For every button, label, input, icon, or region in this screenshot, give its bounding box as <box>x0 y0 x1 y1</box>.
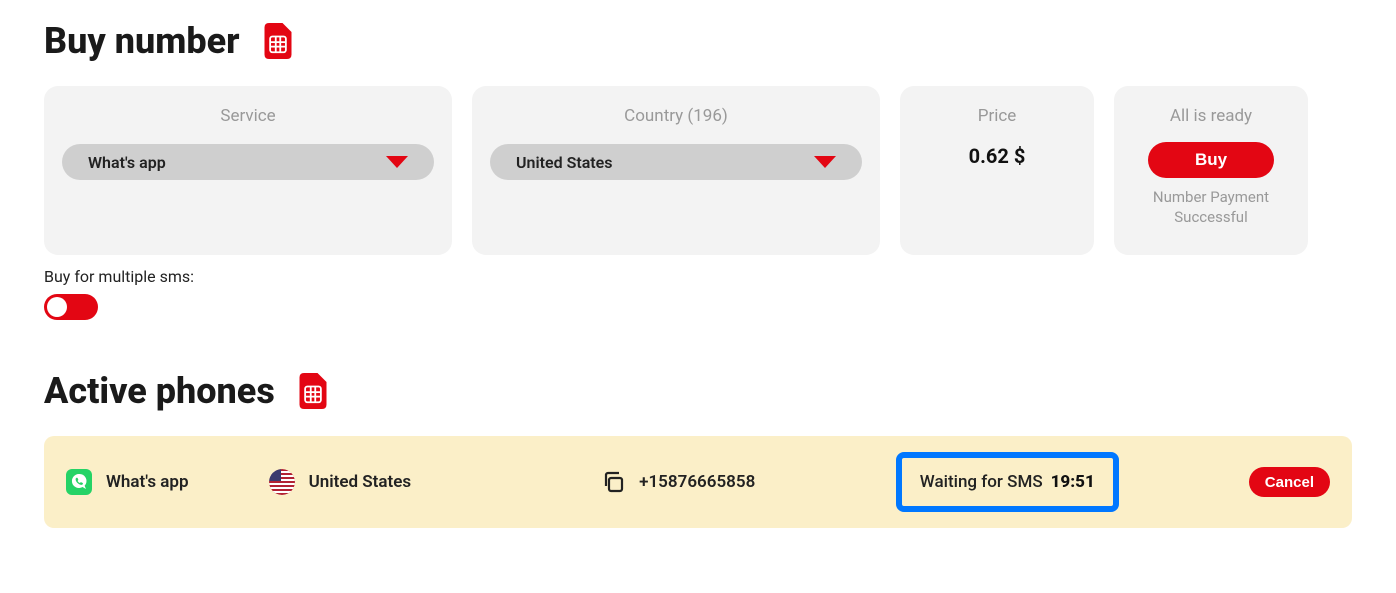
page-title: Buy number <box>44 20 240 62</box>
service-card: Service What's app <box>44 86 452 255</box>
price-card: Price 0.62 $ <box>900 86 1094 255</box>
active-phone-row: What's app Uni <box>44 436 1352 528</box>
copy-icon[interactable] <box>601 470 625 494</box>
service-label: Service <box>62 106 434 126</box>
caret-down-icon <box>814 156 836 168</box>
sms-status-label: Waiting for SMS <box>920 472 1043 492</box>
buy-cards-row: Service What's app Country (196) United … <box>44 86 1352 255</box>
country-card: Country (196) United States <box>472 86 880 255</box>
whatsapp-icon <box>66 469 92 495</box>
active-service-name: What's app <box>106 472 189 492</box>
active-country-name: United States <box>309 472 412 492</box>
active-service-group: What's app <box>66 469 189 495</box>
active-phone-left: What's app Uni <box>66 469 755 495</box>
sim-card-icon <box>299 373 327 409</box>
price-value: 0.62 $ <box>918 144 1076 168</box>
country-value: United States <box>516 153 613 172</box>
multi-sms-label: Buy for multiple sms: <box>44 267 1352 286</box>
sms-timer: 19:51 <box>1051 472 1095 492</box>
service-value: What's app <box>88 153 166 172</box>
payment-status: Number Payment Successful <box>1132 188 1290 227</box>
sms-status-box: Waiting for SMS 19:51 <box>896 452 1119 512</box>
active-number-group: +15876665858 <box>601 470 755 494</box>
sim-card-icon <box>264 23 292 59</box>
active-phone-number: +15876665858 <box>639 472 755 492</box>
buy-button[interactable]: Buy <box>1148 142 1274 178</box>
buy-number-heading: Buy number <box>44 20 1352 62</box>
cancel-button[interactable]: Cancel <box>1249 467 1330 497</box>
country-label: Country (196) <box>490 106 862 126</box>
country-select[interactable]: United States <box>490 144 862 180</box>
ready-card: All is ready Buy Number Payment Successf… <box>1114 86 1308 255</box>
caret-down-icon <box>386 156 408 168</box>
active-phones-title: Active phones <box>44 370 275 412</box>
toggle-knob <box>47 297 67 317</box>
multi-sms-toggle[interactable] <box>44 294 98 320</box>
active-phones-heading: Active phones <box>44 370 1352 412</box>
active-country-group: United States <box>269 469 412 495</box>
ready-label: All is ready <box>1132 106 1290 126</box>
price-label: Price <box>918 106 1076 126</box>
service-select[interactable]: What's app <box>62 144 434 180</box>
us-flag-icon <box>269 469 295 495</box>
active-phone-right: Waiting for SMS 19:51 Cancel <box>896 452 1330 512</box>
